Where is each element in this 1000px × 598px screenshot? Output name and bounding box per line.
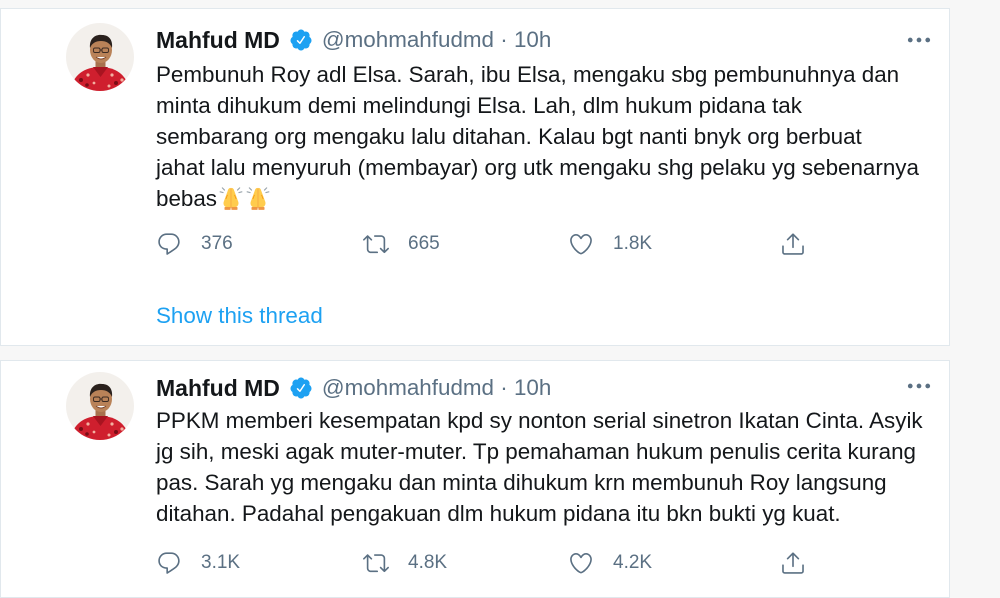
reply-button[interactable]: 3.1K bbox=[156, 550, 240, 576]
author-handle[interactable]: @mohmahfudmd bbox=[322, 27, 494, 52]
folded-hands-icon bbox=[245, 185, 271, 211]
retweet-icon[interactable] bbox=[363, 550, 389, 576]
tweet-text-segment: bebas bbox=[156, 186, 218, 211]
like-count: 1.8K bbox=[613, 233, 653, 254]
tweet-meta: @mohmahfudmd · 10h bbox=[322, 375, 551, 401]
like-button[interactable]: 1.8K bbox=[568, 231, 652, 257]
more-options-button[interactable] bbox=[904, 371, 934, 401]
share-icon[interactable] bbox=[780, 231, 806, 257]
tweet-actions: 3.1K 4.8K 4.2K bbox=[1, 550, 949, 576]
tweet-text-line: sembarang org mengaku lalu ditahan. Kala… bbox=[156, 124, 862, 149]
reply-count: 376 bbox=[201, 233, 233, 254]
tweet-text: PPKM memberi kesempatan kpd sy nonton se… bbox=[156, 405, 923, 529]
retweet-count: 665 bbox=[408, 233, 440, 254]
retweet-button[interactable]: 665 bbox=[363, 231, 440, 257]
retweet-icon[interactable] bbox=[363, 231, 389, 257]
avatar-photo bbox=[66, 23, 134, 91]
avatar[interactable] bbox=[66, 372, 134, 440]
retweet-count: 4.8K bbox=[408, 552, 448, 573]
like-button[interactable]: 4.2K bbox=[568, 550, 652, 576]
tweet-text-line: Pembunuh Roy adl Elsa. Sarah, ibu Elsa, … bbox=[156, 62, 900, 87]
retweet-button[interactable]: 4.8K bbox=[363, 550, 447, 576]
tweet-text-line: bebas bbox=[156, 183, 919, 214]
author-name[interactable]: Mahfud MD bbox=[156, 375, 280, 402]
tweet-timestamp[interactable]: 10h bbox=[514, 375, 551, 400]
author-name[interactable]: Mahfud MD bbox=[156, 27, 280, 54]
tweet-text: Pembunuh Roy adl Elsa. Sarah, ibu Elsa, … bbox=[156, 59, 919, 214]
tweet-text-line: minta dihukum demi melindungi Elsa. Lah,… bbox=[156, 93, 802, 118]
reply-count: 3.1K bbox=[201, 552, 241, 573]
tweet-text-line: jg sih, meski agak muter-muter. Tp pemah… bbox=[156, 439, 916, 464]
verified-badge-icon bbox=[289, 376, 313, 400]
share-button[interactable] bbox=[780, 231, 806, 257]
share-button[interactable] bbox=[780, 550, 806, 576]
reply-icon[interactable] bbox=[156, 550, 182, 576]
avatar[interactable] bbox=[66, 23, 134, 91]
more-options-button[interactable] bbox=[904, 25, 934, 55]
avatar-photo bbox=[66, 372, 134, 440]
like-icon[interactable] bbox=[568, 550, 594, 576]
reply-button[interactable]: 376 bbox=[156, 231, 233, 257]
folded-hands-icon bbox=[218, 185, 244, 211]
author-handle[interactable]: @mohmahfudmd bbox=[322, 375, 494, 400]
tweet-text-line: ditahan. Padahal pengakuan dlm hukum pid… bbox=[156, 501, 841, 526]
tweet-timestamp[interactable]: 10h bbox=[514, 27, 551, 52]
tweet-actions: 376 665 1.8K bbox=[1, 231, 949, 257]
tweet-text-line: jahat lalu menyuruh (membayar) org utk m… bbox=[156, 155, 919, 180]
meta-separator: · bbox=[500, 375, 508, 400]
tweet-header: Mahfud MD @mohmahfudmd · 10h bbox=[156, 373, 551, 403]
tweet-meta: @mohmahfudmd · 10h bbox=[322, 27, 551, 53]
verified-badge-icon bbox=[289, 28, 313, 52]
like-icon[interactable] bbox=[568, 231, 594, 257]
share-icon[interactable] bbox=[780, 550, 806, 576]
meta-separator: · bbox=[500, 27, 508, 52]
show-thread-link[interactable]: Show this thread bbox=[156, 301, 323, 331]
tweet-header: Mahfud MD @mohmahfudmd · 10h bbox=[156, 25, 551, 55]
tweet-text-line: pas. Sarah yg mengaku dan minta dihukum … bbox=[156, 470, 887, 495]
tweet-card[interactable]: Mahfud MD @mohmahfudmd · 10h Pembunuh Ro… bbox=[0, 8, 950, 346]
more-icon[interactable] bbox=[904, 25, 934, 55]
tweet-text-line: PPKM memberi kesempatan kpd sy nonton se… bbox=[156, 408, 923, 433]
like-count: 4.2K bbox=[613, 552, 653, 573]
tweet-card[interactable]: Mahfud MD @mohmahfudmd · 10h PPKM member… bbox=[0, 360, 950, 598]
reply-icon[interactable] bbox=[156, 231, 182, 257]
more-icon[interactable] bbox=[904, 371, 934, 401]
